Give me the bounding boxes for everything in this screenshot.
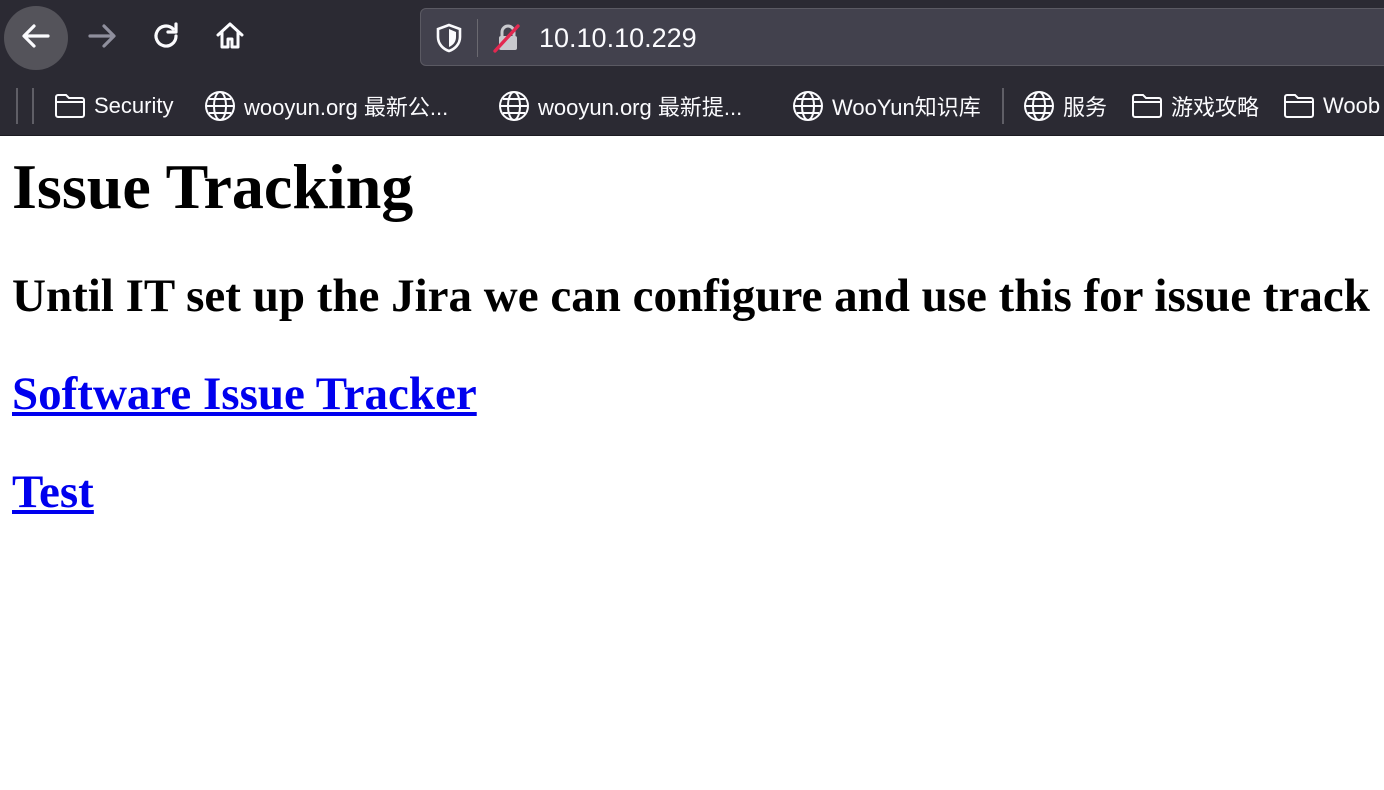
globe-icon bbox=[792, 90, 824, 122]
bookmark-label: Security bbox=[94, 93, 174, 118]
home-icon bbox=[213, 19, 247, 58]
bookmark-services[interactable]: 服务 bbox=[1023, 86, 1107, 126]
bookmark-label: WooYun知识库 bbox=[832, 95, 981, 120]
bookmark-wooyun-knowledge[interactable]: WooYun知识库 bbox=[792, 86, 981, 126]
bookmarks-toolbar: Security wooyun.org 最新公... wooyun.org 最新… bbox=[0, 76, 1384, 136]
folder-icon bbox=[1283, 90, 1315, 122]
bookmark-label: 服务 bbox=[1063, 95, 1108, 120]
bookmark-wooyun-latest-submit[interactable]: wooyun.org 最新提... bbox=[498, 86, 742, 126]
page-title: Issue Tracking bbox=[12, 151, 414, 222]
page-subtitle: Until IT set up the Jira we can configur… bbox=[12, 270, 1370, 322]
url-bar[interactable]: 10.10.10.229 bbox=[420, 8, 1384, 66]
bookmark-label: wooyun.org 最新提... bbox=[538, 95, 743, 120]
forward-arrow-icon bbox=[85, 19, 119, 58]
bookmark-woob[interactable]: Woob bbox=[1283, 86, 1380, 126]
url-text[interactable]: 10.10.10.229 bbox=[539, 21, 697, 55]
bookmark-game-guides[interactable]: 游戏攻略 bbox=[1131, 86, 1259, 126]
software-issue-tracker-link[interactable]: Software Issue Tracker bbox=[12, 366, 477, 422]
back-button[interactable] bbox=[4, 6, 68, 70]
globe-icon bbox=[498, 90, 530, 122]
home-button[interactable] bbox=[198, 6, 262, 70]
bookmark-security[interactable]: Security bbox=[54, 86, 173, 126]
globe-icon bbox=[1023, 90, 1055, 122]
back-arrow-icon bbox=[19, 19, 53, 58]
folder-icon bbox=[1131, 90, 1163, 122]
bookmarks-divider bbox=[32, 88, 34, 124]
insecure-lock-icon[interactable] bbox=[491, 22, 523, 54]
forward-button[interactable] bbox=[70, 6, 134, 70]
bookmarks-divider bbox=[1002, 88, 1004, 124]
tracking-protection-shield-icon[interactable] bbox=[433, 22, 465, 54]
bookmark-label: Woob bbox=[1323, 93, 1381, 118]
bookmark-label: 游戏攻略 bbox=[1171, 95, 1260, 120]
bookmarks-divider bbox=[16, 88, 18, 124]
url-bar-divider bbox=[477, 19, 478, 57]
reload-icon bbox=[149, 19, 183, 58]
bookmark-wooyun-latest-public[interactable]: wooyun.org 最新公... bbox=[204, 86, 448, 126]
test-link[interactable]: Test bbox=[12, 464, 94, 520]
globe-icon bbox=[204, 90, 236, 122]
browser-toolbar: 10.10.10.229 bbox=[0, 0, 1384, 76]
reload-button[interactable] bbox=[134, 6, 198, 70]
folder-icon bbox=[54, 90, 86, 122]
bookmark-label: wooyun.org 最新公... bbox=[244, 95, 449, 120]
